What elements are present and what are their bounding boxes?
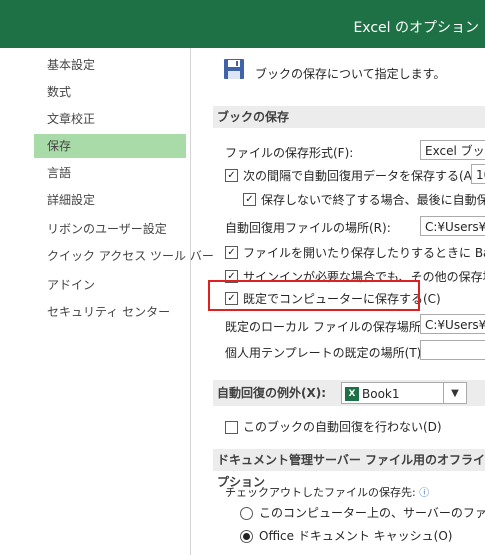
office-cache-label: Office ドキュメント キャッシュ(O) [259,529,453,543]
page-description: ブックの保存について指定します。 [255,67,446,81]
autorecover-checkbox[interactable]: ✓ [225,169,238,182]
default-local-location-input[interactable]: C:¥Users¥ [420,314,485,334]
sidebar-item-language[interactable]: 言語 [34,161,186,185]
sidebar-item-addins[interactable]: アドイン [34,273,186,297]
backstage-label: ファイルを開いたり保存したりするときに Backstage を表示しない(S) [243,246,485,260]
section-offline-editing: ドキュメント管理サーバー ファイル用のオフライン編集オプション [213,449,485,489]
autorecover-location-input[interactable]: C:¥Users¥ [420,216,485,236]
sidebar-item-advanced[interactable]: 詳細設定 [34,188,186,212]
backstage-checkbox[interactable]: ✓ [225,246,238,259]
sidebar-item-trust-center[interactable]: セキュリティ センター [34,300,186,324]
autorecover-label: 次の間隔で自動回復用データを保存する(A): [243,169,481,183]
chevron-down-icon[interactable]: ▼ [443,383,466,403]
section-workbook-save: ブックの保存 [213,106,485,128]
keep-last-autosaved-label: 保存しないで終了する場合、最後に自動保存されたバージョンを残す(U) [261,193,485,207]
sidebar-item-formulas[interactable]: 数式 [34,80,186,104]
title-bar: Excel のオプション [0,0,485,48]
autorecover-exceptions-label: 自動回復の例外(X): [217,386,327,400]
autorecover-location-label: 自動回復用ファイルの場所(R): [225,221,391,235]
floppy-disk-icon [224,59,244,79]
disable-autorecover-label: このブックの自動回復を行わない(D) [243,420,442,434]
sidebar-item-customize-ribbon[interactable]: リボンのユーザー設定 [34,217,186,241]
excel-workbook-icon: X [345,387,359,401]
template-location-input[interactable] [420,340,485,360]
autorecover-workbook-value: Book1 [362,387,400,401]
office-cache-radio[interactable] [240,530,253,543]
sidebar-item-save[interactable]: 保存 [34,134,186,158]
keep-last-autosaved-checkbox[interactable]: ✓ [243,193,256,206]
info-icon: ⓘ [419,488,430,499]
default-local-location-label: 既定のローカル ファイルの保存場所(I): [225,320,438,334]
template-location-label: 個人用テンプレートの既定の場所(T): [225,346,426,360]
save-format-label: ファイルの保存形式(F): [225,146,354,160]
server-drafts-radio[interactable] [240,507,253,520]
sidebar-item-general[interactable]: 基本設定 [34,53,186,77]
options-sidebar: 基本設定 数式 文章校正 保存 言語 詳細設定 リボンのユーザー設定 クイック … [26,48,214,555]
window-title: Excel のオプション [353,20,479,36]
disable-autorecover-checkbox[interactable] [225,421,238,434]
highlight-annotation [208,280,420,311]
checkout-location-label: チェックアウトしたファイルの保存先: ⓘ [225,484,429,500]
sidebar-item-proofing[interactable]: 文章校正 [34,107,186,131]
autorecover-workbook-select[interactable]: X Book1 ▼ [341,382,467,404]
sidebar-item-quick-access-toolbar[interactable]: クイック アクセス ツール バー [34,244,214,268]
save-format-select[interactable]: Excel ブック (*.xlsx) [420,140,485,160]
checkout-location-text: チェックアウトしたファイルの保存先: [225,486,416,499]
server-drafts-label: このコンピューター上の、サーバーのファイルの下書きの場所(L) [259,506,485,520]
autorecover-minutes-input[interactable]: 10 [471,164,485,184]
radio-selected-dot [243,533,250,540]
